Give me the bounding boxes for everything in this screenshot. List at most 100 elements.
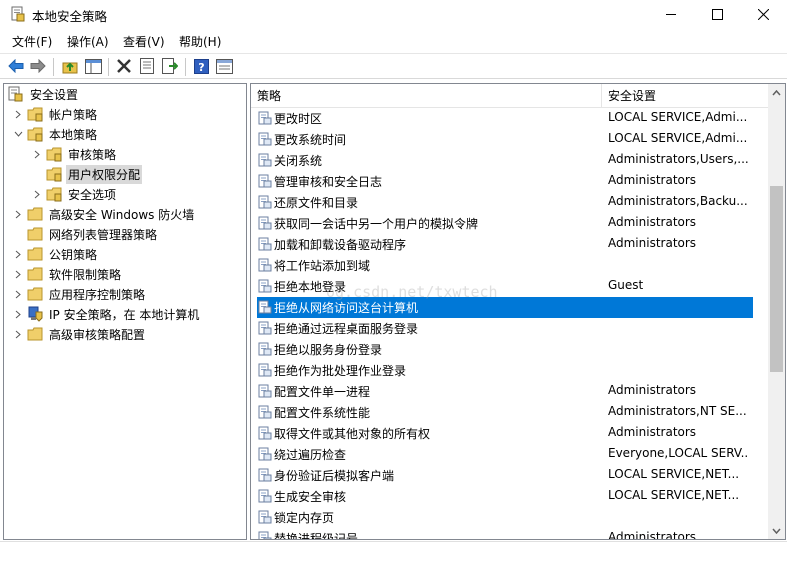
tree-item-security-options[interactable]: 安全选项 [31, 184, 118, 204]
ip-security-icon [28, 306, 43, 322]
console-view-button[interactable] [214, 56, 234, 76]
policy-icon [258, 258, 272, 272]
list-row[interactable]: 身份验证后模拟客户端 LOCAL SERVICE,NET... [251, 465, 769, 486]
scroll-thumb[interactable] [770, 186, 783, 372]
back-button[interactable] [6, 56, 26, 76]
policy-name: 管理审核和安全日志 [274, 175, 383, 189]
tree-item-public-key-policies[interactable]: 公钥策略 [12, 244, 99, 264]
watermark: og.csdn.net/txwtech [326, 283, 498, 301]
delete-icon [117, 59, 131, 73]
vertical-scrollbar[interactable] [768, 84, 785, 539]
tree-item-user-rights-assignment[interactable]: 用户权限分配 [46, 164, 143, 184]
tree-item-advanced-audit[interactable]: 高级审核策略配置 [12, 324, 147, 344]
expand-chevron-icon[interactable] [12, 304, 24, 324]
properties-button[interactable] [137, 56, 157, 76]
scroll-down-button[interactable] [768, 522, 785, 539]
expand-chevron-icon[interactable] [12, 284, 24, 304]
menu-view[interactable]: 查看(V) [123, 33, 165, 50]
policy-icon [258, 363, 272, 377]
list-row[interactable]: 加载和卸载设备驱动程序 Administrators [251, 234, 769, 255]
policy-setting: Administrators [608, 215, 697, 229]
scroll-up-icon [772, 89, 781, 95]
menu-help[interactable]: 帮助(H) [179, 33, 221, 50]
help-button[interactable]: ? [191, 56, 211, 76]
title-bar: 本地安全策略 [0, 0, 787, 28]
folder-icon [27, 107, 43, 122]
export-list-button[interactable] [160, 56, 180, 76]
close-button[interactable] [740, 0, 786, 28]
expand-chevron-icon[interactable] [12, 104, 24, 124]
list-row[interactable]: 更改系统时间 LOCAL SERVICE,Admi... [251, 129, 769, 150]
policy-name: 替换进程级记号 [274, 532, 359, 540]
column-header-setting[interactable]: 安全设置 [602, 84, 762, 108]
show-hide-tree-button[interactable] [83, 56, 103, 76]
tree-item-account-policies[interactable]: 帐户策略 [12, 104, 99, 124]
list-row[interactable]: 更改时区 LOCAL SERVICE,Admi... [251, 108, 769, 129]
folder-icon [27, 207, 43, 221]
list-row[interactable]: 拒绝作为批处理作业登录 [251, 360, 769, 381]
expand-chevron-icon[interactable] [12, 204, 24, 224]
list-row[interactable]: 取得文件或其他对象的所有权 Administrators [251, 423, 769, 444]
tree-item-ip-security[interactable]: IP 安全策略，在 本地计算机 [12, 304, 201, 324]
expand-chevron-icon[interactable] [12, 324, 24, 344]
scroll-up-button[interactable] [768, 84, 785, 101]
list-row[interactable]: 拒绝以服务身份登录 [251, 339, 769, 360]
tree-label: 帐户策略 [49, 107, 98, 122]
policy-name: 绕过遍历检查 [274, 448, 347, 462]
tree-item-audit-policy[interactable]: 审核策略 [31, 144, 118, 164]
policy-icon [258, 195, 272, 209]
console-tree[interactable]: 安全设置 帐户策略 本地策略 审核策略 用户权限分配 安全选项 高级安全 Win… [3, 83, 247, 540]
folder-icon [27, 287, 43, 301]
tree-item-security-settings[interactable]: 安全设置 [8, 84, 80, 104]
policy-name: 取得文件或其他对象的所有权 [274, 427, 431, 441]
collapse-chevron-icon[interactable] [12, 124, 24, 144]
list-row[interactable]: 关闭系统 Administrators,Users,... [251, 150, 769, 171]
expand-chevron-icon[interactable] [31, 184, 43, 204]
list-row[interactable]: 拒绝通过远程桌面服务登录 [251, 318, 769, 339]
policy-list[interactable]: 策略 ⌃ 安全设置 更改时区 LOCAL SERVICE,Admi... 更改系统时… [250, 83, 786, 540]
tree-label: 应用程序控制策略 [49, 287, 146, 302]
menu-action[interactable]: 操作(A) [67, 33, 109, 50]
list-row[interactable]: 锁定内存页 [251, 507, 769, 528]
tree-item-local-policies[interactable]: 本地策略 [12, 124, 99, 144]
policy-icon [258, 111, 272, 125]
list-row[interactable]: 管理审核和安全日志 Administrators [251, 171, 769, 192]
policy-icon [258, 300, 272, 314]
policy-icon [258, 384, 272, 398]
list-row[interactable]: 将工作站添加到域 [251, 255, 769, 276]
expand-chevron-icon[interactable] [12, 264, 24, 284]
policy-name: 拒绝通过远程桌面服务登录 [274, 322, 419, 336]
policy-name: 生成安全审核 [274, 490, 347, 504]
list-row[interactable]: 生成安全审核 LOCAL SERVICE,NET... [251, 486, 769, 507]
policy-name: 锁定内存页 [274, 511, 335, 525]
list-row[interactable]: 还原文件和目录 Administrators,Backu... [251, 192, 769, 213]
delete-button[interactable] [114, 56, 134, 76]
tree-label: 公钥策略 [49, 247, 98, 262]
expand-chevron-icon[interactable] [12, 244, 24, 264]
menu-file[interactable]: 文件(F) [12, 33, 52, 50]
tree-item-network-list-manager[interactable]: 网络列表管理器策略 [27, 224, 159, 244]
list-row[interactable]: 获取同一会话中另一个用户的模拟令牌 Administrators [251, 213, 769, 234]
forward-button[interactable] [28, 56, 48, 76]
tree-label: 网络列表管理器策略 [49, 227, 158, 242]
sort-ascending-icon: ⌃ [421, 83, 429, 91]
policy-icon [258, 279, 272, 293]
policy-setting: Administrators [608, 173, 697, 187]
list-row[interactable]: 替换进程级记号 Administrators [251, 528, 769, 540]
list-row[interactable]: 配置文件系统性能 Administrators,NT SE... [251, 402, 769, 423]
policy-name: 拒绝作为批处理作业登录 [274, 364, 407, 378]
maximize-button[interactable] [694, 0, 740, 28]
folder-icon [27, 327, 43, 341]
tree-item-windows-firewall[interactable]: 高级安全 Windows 防火墙 [12, 204, 196, 224]
list-row[interactable]: 配置文件单一进程 Administrators [251, 381, 769, 402]
tree-item-software-restriction[interactable]: 软件限制策略 [12, 264, 123, 284]
tree-item-app-control[interactable]: 应用程序控制策略 [12, 284, 147, 304]
folder-icon [27, 267, 43, 281]
up-level-button[interactable] [60, 56, 80, 76]
maximize-icon [711, 8, 723, 20]
list-row[interactable]: 绕过遍历检查 Everyone,LOCAL SERV... [251, 444, 769, 465]
policy-setting: Administrators [608, 236, 697, 250]
expand-chevron-icon[interactable] [31, 144, 43, 164]
minimize-button[interactable] [648, 0, 694, 28]
tree-label: 安全选项 [68, 187, 117, 202]
